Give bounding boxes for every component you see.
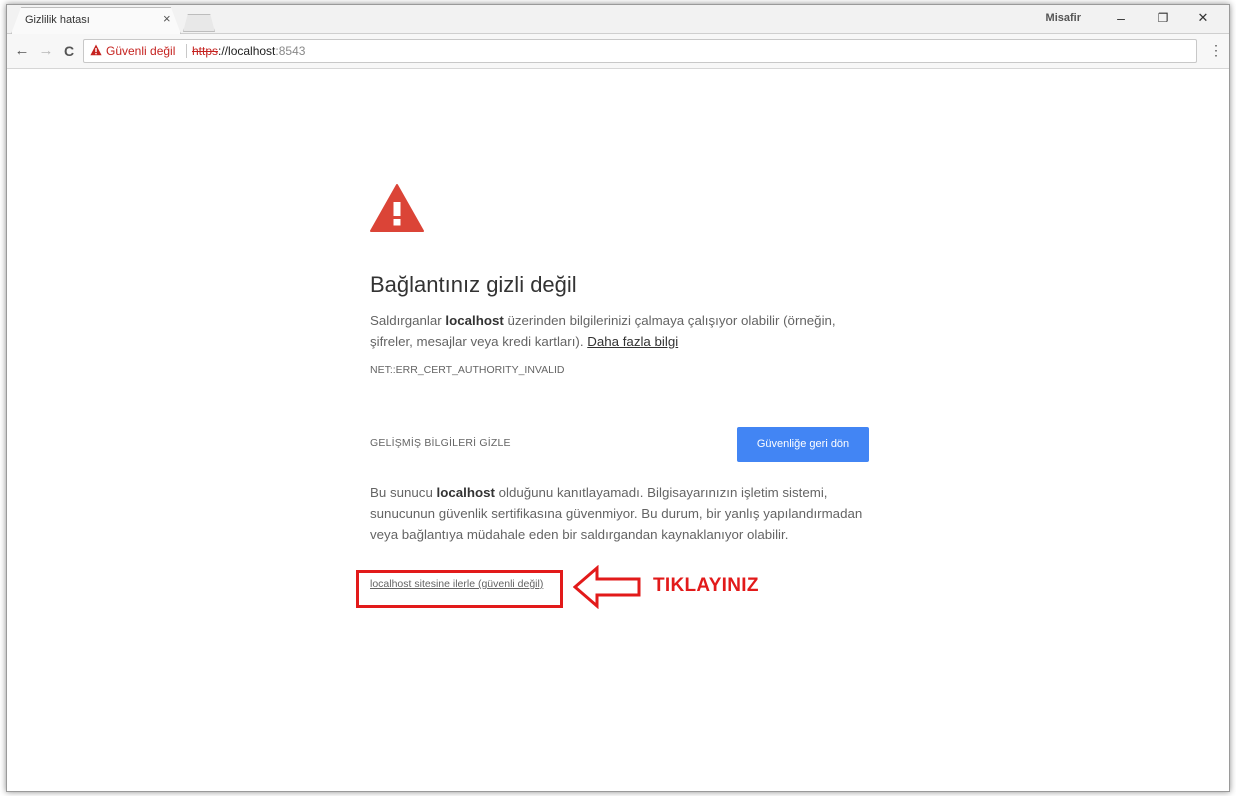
browser-menu-icon[interactable]: ⋮	[1209, 43, 1223, 57]
url-separator: ://	[218, 44, 229, 58]
advanced-toggle-link[interactable]: GELİŞMİŞ BİLGİLERİ GİZLE	[370, 437, 511, 449]
profile-name[interactable]: Misafir	[1046, 12, 1081, 24]
url-host: localhost	[228, 44, 276, 58]
interstitial-page: Bağlantınız gizli değil Saldırganlar loc…	[7, 69, 1229, 791]
restore-icon[interactable]: ❐	[1151, 9, 1175, 27]
address-bar[interactable]: Güvenli değil https://localhost:8543	[83, 39, 1197, 63]
security-status-label[interactable]: Güvenli değil	[106, 44, 175, 58]
left-arrow-icon	[573, 565, 641, 609]
toolbar: ← → C Güvenli değil https://localhost:85…	[7, 34, 1229, 69]
omnibox-divider	[186, 44, 187, 58]
page-title: Bağlantınız gizli değil	[370, 272, 577, 297]
back-arrow-icon[interactable]: ←	[13, 42, 31, 60]
url-scheme: https	[192, 44, 219, 58]
reload-icon[interactable]: C	[60, 42, 78, 60]
warning-triangle-icon	[90, 44, 102, 56]
warning-triangle-icon	[370, 184, 424, 232]
back-to-safety-button[interactable]: Güvenliğe geri dön	[737, 427, 869, 462]
tab-strip: Gizlilik hatası × Misafir – ❐ ✕	[7, 5, 1229, 34]
details-host: localhost	[436, 485, 495, 500]
browser-window: Gizlilik hatası × Misafir – ❐ ✕ ← → C Gü…	[6, 4, 1230, 792]
url-text[interactable]: https://localhost:8543	[192, 44, 305, 58]
proceed-unsafe-link[interactable]: localhost sitesine ilerle (güvenli değil…	[370, 578, 543, 590]
intro-text-start: Saldırganlar	[370, 313, 446, 328]
forward-arrow-icon[interactable]: →	[37, 42, 55, 60]
minimize-icon[interactable]: –	[1109, 9, 1133, 27]
details-paragraph: Bu sunucu localhost olduğunu kanıtlayama…	[370, 482, 880, 545]
url-port: :8543	[275, 44, 306, 58]
annotation-label: TIKLAYINIZ	[653, 575, 759, 596]
tab-title: Gizlilik hatası	[25, 14, 90, 26]
intro-host: localhost	[445, 313, 504, 328]
tab-close-icon[interactable]: ×	[163, 12, 171, 26]
details-text-start: Bu sunucu	[370, 485, 437, 500]
error-code: NET::ERR_CERT_AUTHORITY_INVALID	[370, 364, 565, 376]
intro-paragraph: Saldırganlar localhost üzerinden bilgile…	[370, 310, 880, 352]
new-tab-button[interactable]	[183, 14, 215, 32]
learn-more-link[interactable]: Daha fazla bilgi	[587, 334, 678, 349]
close-window-icon[interactable]: ✕	[1191, 9, 1215, 27]
